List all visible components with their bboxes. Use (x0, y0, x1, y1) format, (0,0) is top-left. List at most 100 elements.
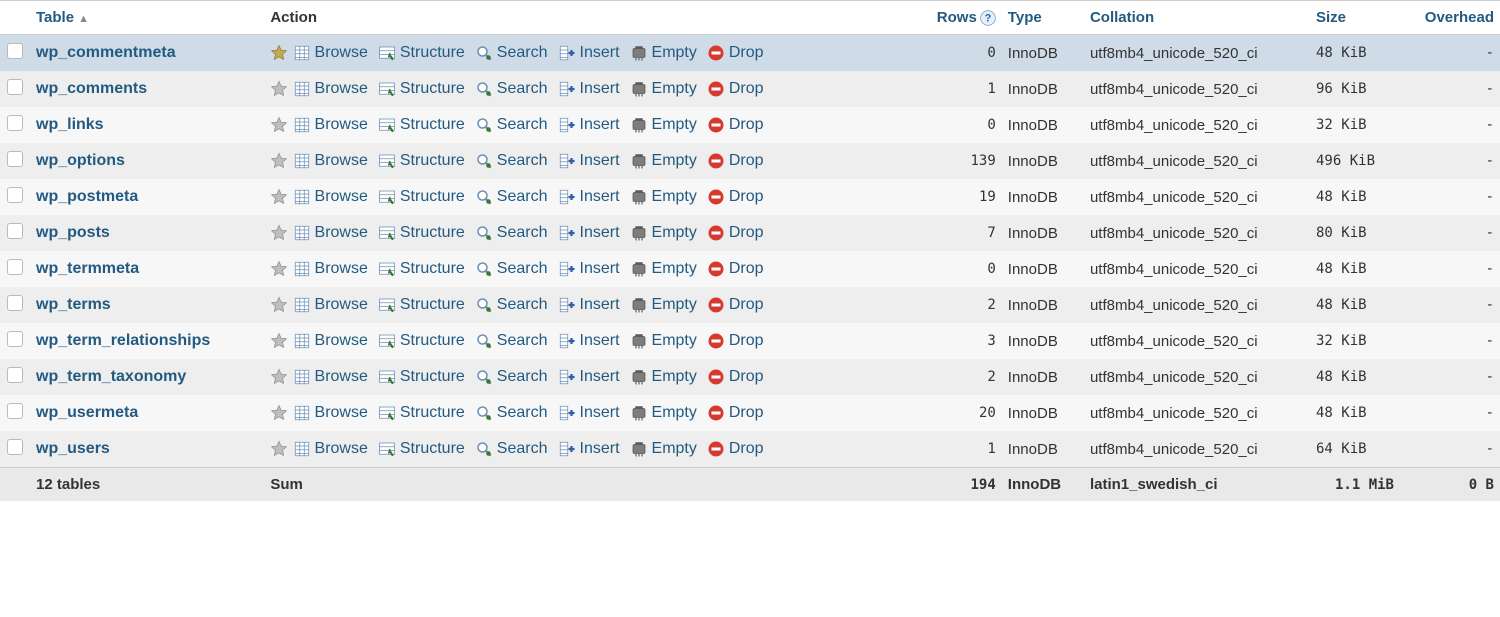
table-name-link[interactable]: wp_postmeta (36, 188, 138, 206)
insert-action[interactable]: Insert (558, 80, 620, 98)
empty-action[interactable]: Empty (630, 440, 697, 458)
structure-action[interactable]: Structure (378, 80, 465, 98)
row-checkbox[interactable] (7, 151, 23, 167)
empty-action[interactable]: Empty (630, 224, 697, 242)
favorite-star-icon[interactable] (270, 152, 288, 170)
header-table[interactable]: Table▲ (30, 1, 264, 35)
empty-action[interactable]: Empty (630, 44, 697, 62)
drop-action[interactable]: Drop (707, 80, 764, 98)
row-checkbox[interactable] (7, 439, 23, 455)
favorite-star-icon[interactable] (270, 80, 288, 98)
header-size[interactable]: Size (1310, 1, 1400, 35)
structure-action[interactable]: Structure (378, 404, 465, 422)
favorite-star-icon[interactable] (270, 260, 288, 278)
row-checkbox[interactable] (7, 79, 23, 95)
structure-action[interactable]: Structure (378, 296, 465, 314)
insert-action[interactable]: Insert (558, 332, 620, 350)
row-checkbox[interactable] (7, 259, 23, 275)
search-action[interactable]: Search (475, 116, 548, 134)
structure-action[interactable]: Structure (378, 188, 465, 206)
insert-action[interactable]: Insert (558, 404, 620, 422)
table-name-link[interactable]: wp_users (36, 440, 110, 458)
structure-action[interactable]: Structure (378, 44, 465, 62)
structure-action[interactable]: Structure (378, 260, 465, 278)
row-checkbox[interactable] (7, 331, 23, 347)
search-action[interactable]: Search (475, 224, 548, 242)
search-action[interactable]: Search (475, 80, 548, 98)
row-checkbox[interactable] (7, 187, 23, 203)
empty-action[interactable]: Empty (630, 116, 697, 134)
drop-action[interactable]: Drop (707, 296, 764, 314)
search-action[interactable]: Search (475, 44, 548, 62)
search-action[interactable]: Search (475, 296, 548, 314)
structure-action[interactable]: Structure (378, 152, 465, 170)
row-checkbox[interactable] (7, 403, 23, 419)
insert-action[interactable]: Insert (558, 440, 620, 458)
search-action[interactable]: Search (475, 188, 548, 206)
empty-action[interactable]: Empty (630, 260, 697, 278)
insert-action[interactable]: Insert (558, 44, 620, 62)
browse-action[interactable]: Browse (293, 224, 368, 242)
row-checkbox[interactable] (7, 223, 23, 239)
search-action[interactable]: Search (475, 152, 548, 170)
browse-action[interactable]: Browse (293, 368, 368, 386)
browse-action[interactable]: Browse (293, 80, 368, 98)
insert-action[interactable]: Insert (558, 368, 620, 386)
drop-action[interactable]: Drop (707, 404, 764, 422)
favorite-star-icon[interactable] (270, 44, 288, 62)
search-action[interactable]: Search (475, 440, 548, 458)
row-checkbox[interactable] (7, 367, 23, 383)
help-icon[interactable] (980, 10, 996, 26)
browse-action[interactable]: Browse (293, 404, 368, 422)
favorite-star-icon[interactable] (270, 368, 288, 386)
structure-action[interactable]: Structure (378, 332, 465, 350)
row-checkbox[interactable] (7, 43, 23, 59)
favorite-star-icon[interactable] (270, 440, 288, 458)
row-checkbox[interactable] (7, 115, 23, 131)
table-name-link[interactable]: wp_comments (36, 80, 147, 98)
insert-action[interactable]: Insert (558, 188, 620, 206)
browse-action[interactable]: Browse (293, 296, 368, 314)
table-name-link[interactable]: wp_termmeta (36, 260, 139, 278)
browse-action[interactable]: Browse (293, 440, 368, 458)
structure-action[interactable]: Structure (378, 368, 465, 386)
drop-action[interactable]: Drop (707, 260, 764, 278)
structure-action[interactable]: Structure (378, 440, 465, 458)
drop-action[interactable]: Drop (707, 224, 764, 242)
empty-action[interactable]: Empty (630, 80, 697, 98)
search-action[interactable]: Search (475, 332, 548, 350)
empty-action[interactable]: Empty (630, 296, 697, 314)
drop-action[interactable]: Drop (707, 44, 764, 62)
empty-action[interactable]: Empty (630, 188, 697, 206)
browse-action[interactable]: Browse (293, 188, 368, 206)
table-name-link[interactable]: wp_terms (36, 296, 111, 314)
empty-action[interactable]: Empty (630, 404, 697, 422)
browse-action[interactable]: Browse (293, 260, 368, 278)
structure-action[interactable]: Structure (378, 224, 465, 242)
table-name-link[interactable]: wp_term_taxonomy (36, 368, 186, 386)
drop-action[interactable]: Drop (707, 332, 764, 350)
header-overhead[interactable]: Overhead (1400, 1, 1500, 35)
empty-action[interactable]: Empty (630, 368, 697, 386)
empty-action[interactable]: Empty (630, 332, 697, 350)
insert-action[interactable]: Insert (558, 296, 620, 314)
drop-action[interactable]: Drop (707, 116, 764, 134)
favorite-star-icon[interactable] (270, 296, 288, 314)
browse-action[interactable]: Browse (293, 116, 368, 134)
insert-action[interactable]: Insert (558, 116, 620, 134)
search-action[interactable]: Search (475, 404, 548, 422)
table-name-link[interactable]: wp_term_relationships (36, 332, 210, 350)
insert-action[interactable]: Insert (558, 260, 620, 278)
favorite-star-icon[interactable] (270, 188, 288, 206)
drop-action[interactable]: Drop (707, 188, 764, 206)
insert-action[interactable]: Insert (558, 224, 620, 242)
table-name-link[interactable]: wp_posts (36, 224, 110, 242)
favorite-star-icon[interactable] (270, 224, 288, 242)
browse-action[interactable]: Browse (293, 152, 368, 170)
favorite-star-icon[interactable] (270, 116, 288, 134)
browse-action[interactable]: Browse (293, 332, 368, 350)
table-name-link[interactable]: wp_links (36, 116, 104, 134)
structure-action[interactable]: Structure (378, 116, 465, 134)
row-checkbox[interactable] (7, 295, 23, 311)
header-rows[interactable]: Rows (912, 1, 1001, 35)
